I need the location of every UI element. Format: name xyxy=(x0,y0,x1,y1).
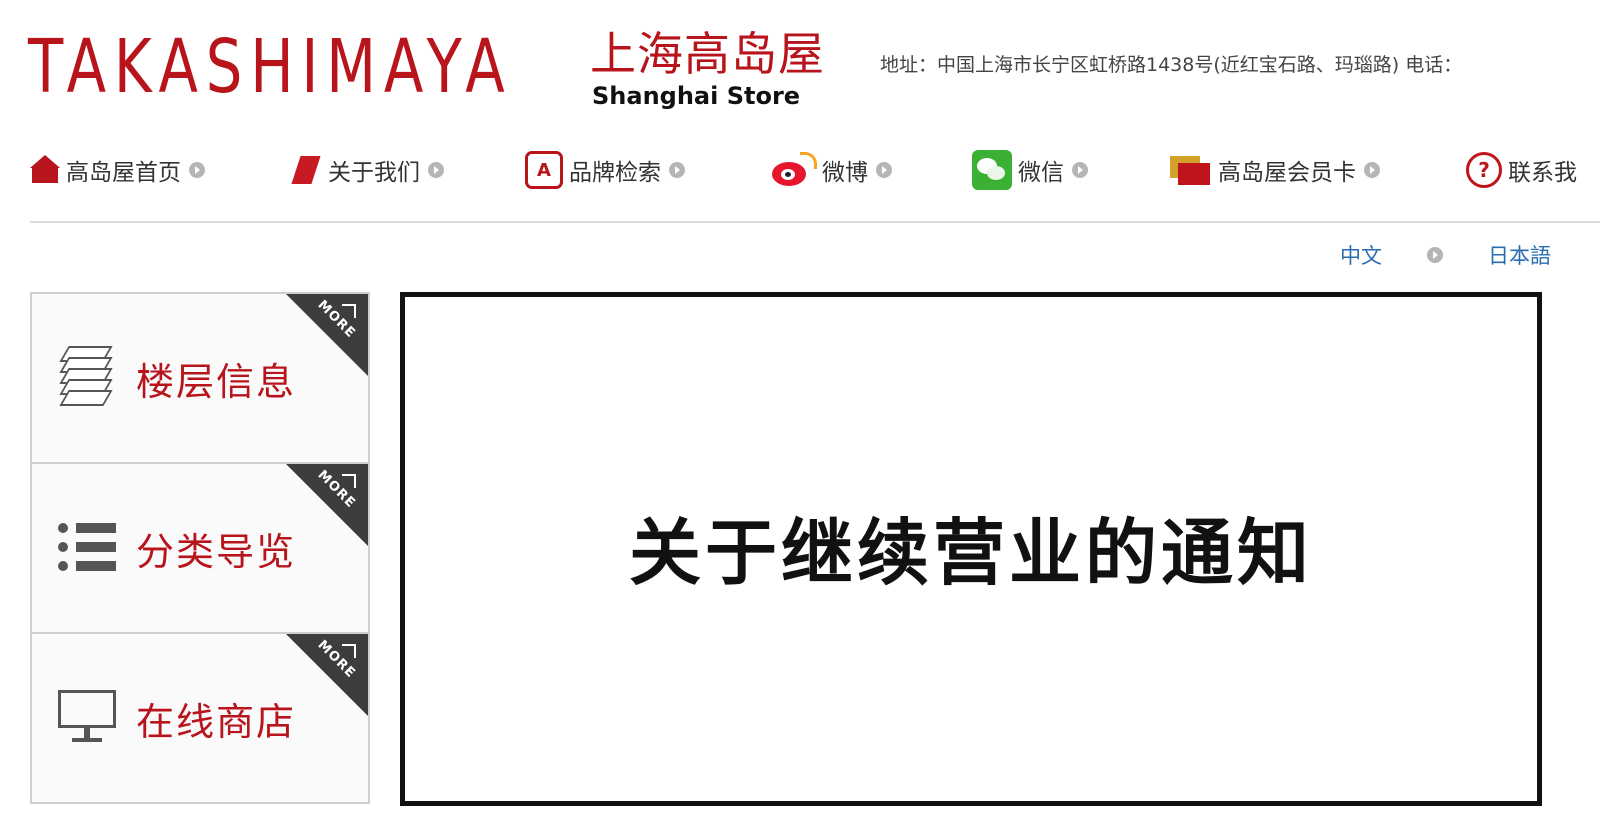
sidebar-item-label: 分类导览 xyxy=(136,529,297,574)
help-icon: ? xyxy=(1466,152,1502,188)
nav-item-about[interactable]: 关于我们 xyxy=(290,140,444,200)
sidebar-item-online-store[interactable]: 在线商店 MORE xyxy=(30,632,370,804)
logo-chinese-name[interactable]: 上海高岛屋 xyxy=(590,28,825,80)
nav-item-home[interactable]: 高岛屋首页 xyxy=(30,140,205,200)
layers-icon xyxy=(58,346,118,410)
brand-search-icon: A xyxy=(525,151,563,189)
page: TAKASHIMAYA 上海高岛屋 Shanghai Store 地址：中国上海… xyxy=(0,0,1600,838)
language-separator xyxy=(1427,240,1443,270)
about-icon xyxy=(290,154,322,186)
weibo-icon xyxy=(772,152,817,188)
arrow-right-icon xyxy=(1364,162,1380,178)
logo-takashimaya[interactable]: TAKASHIMAYA xyxy=(28,22,513,112)
nav-label: 品牌检索 xyxy=(569,160,661,186)
sidebar-item-category-guide[interactable]: 分类导览 MORE xyxy=(30,462,370,634)
nav-item-weibo[interactable]: 微博 xyxy=(772,140,892,200)
lang-japanese-link[interactable]: 日本語 xyxy=(1488,240,1551,270)
arrow-right-icon xyxy=(189,162,205,178)
notice-title: 关于继续营业的通知 xyxy=(628,510,1313,595)
nav-item-brand-search[interactable]: A 品牌检索 xyxy=(525,140,685,200)
nav-item-contact[interactable]: ? 联系我 xyxy=(1466,140,1577,200)
store-address: 地址：中国上海市长宁区虹桥路1438号(近红宝石路、玛瑙路) 电话： xyxy=(880,54,1463,76)
arrow-right-icon xyxy=(1072,162,1088,178)
arrow-right-icon xyxy=(876,162,892,178)
arrow-right-icon xyxy=(428,162,444,178)
language-switch-ja: 日本語 xyxy=(1488,240,1551,270)
sidebar-item-label: 楼层信息 xyxy=(136,359,297,404)
language-switch: 中文 xyxy=(1340,240,1382,270)
nav-label: 微信 xyxy=(1018,160,1064,186)
nav-label: 高岛屋会员卡 xyxy=(1218,160,1356,186)
list-icon xyxy=(58,523,118,573)
nav-item-member-card[interactable]: 高岛屋会员卡 xyxy=(1170,140,1380,200)
store-name: Shanghai Store xyxy=(592,82,801,110)
home-icon xyxy=(30,155,60,185)
nav-label: 关于我们 xyxy=(328,160,420,186)
nav-label: 高岛屋首页 xyxy=(66,160,181,186)
site-header: TAKASHIMAYA 上海高岛屋 Shanghai Store 地址：中国上海… xyxy=(0,0,1600,120)
nav-item-wechat[interactable]: 微信 xyxy=(972,140,1088,200)
sidebar-item-floor-info[interactable]: 楼层信息 MORE xyxy=(30,292,370,464)
nav-divider xyxy=(30,221,1600,223)
nav-label: 联系我 xyxy=(1508,160,1577,186)
notice-panel[interactable]: 关于继续营业的通知 xyxy=(400,292,1542,806)
wechat-icon xyxy=(972,150,1012,190)
member-card-icon xyxy=(1170,154,1212,186)
arrow-right-icon xyxy=(1427,247,1443,263)
sidebar: 楼层信息 MORE 分类导览 MORE 在线商店 MORE xyxy=(30,292,370,804)
main-nav: 高岛屋首页 关于我们 A 品牌检索 微博 微信 高岛屋会员卡 ? 联系我 xyxy=(0,140,1600,200)
lang-chinese-link[interactable]: 中文 xyxy=(1340,240,1382,270)
monitor-icon xyxy=(58,690,118,746)
sidebar-item-label: 在线商店 xyxy=(136,699,297,744)
nav-label: 微博 xyxy=(822,160,868,186)
arrow-right-icon xyxy=(669,162,685,178)
